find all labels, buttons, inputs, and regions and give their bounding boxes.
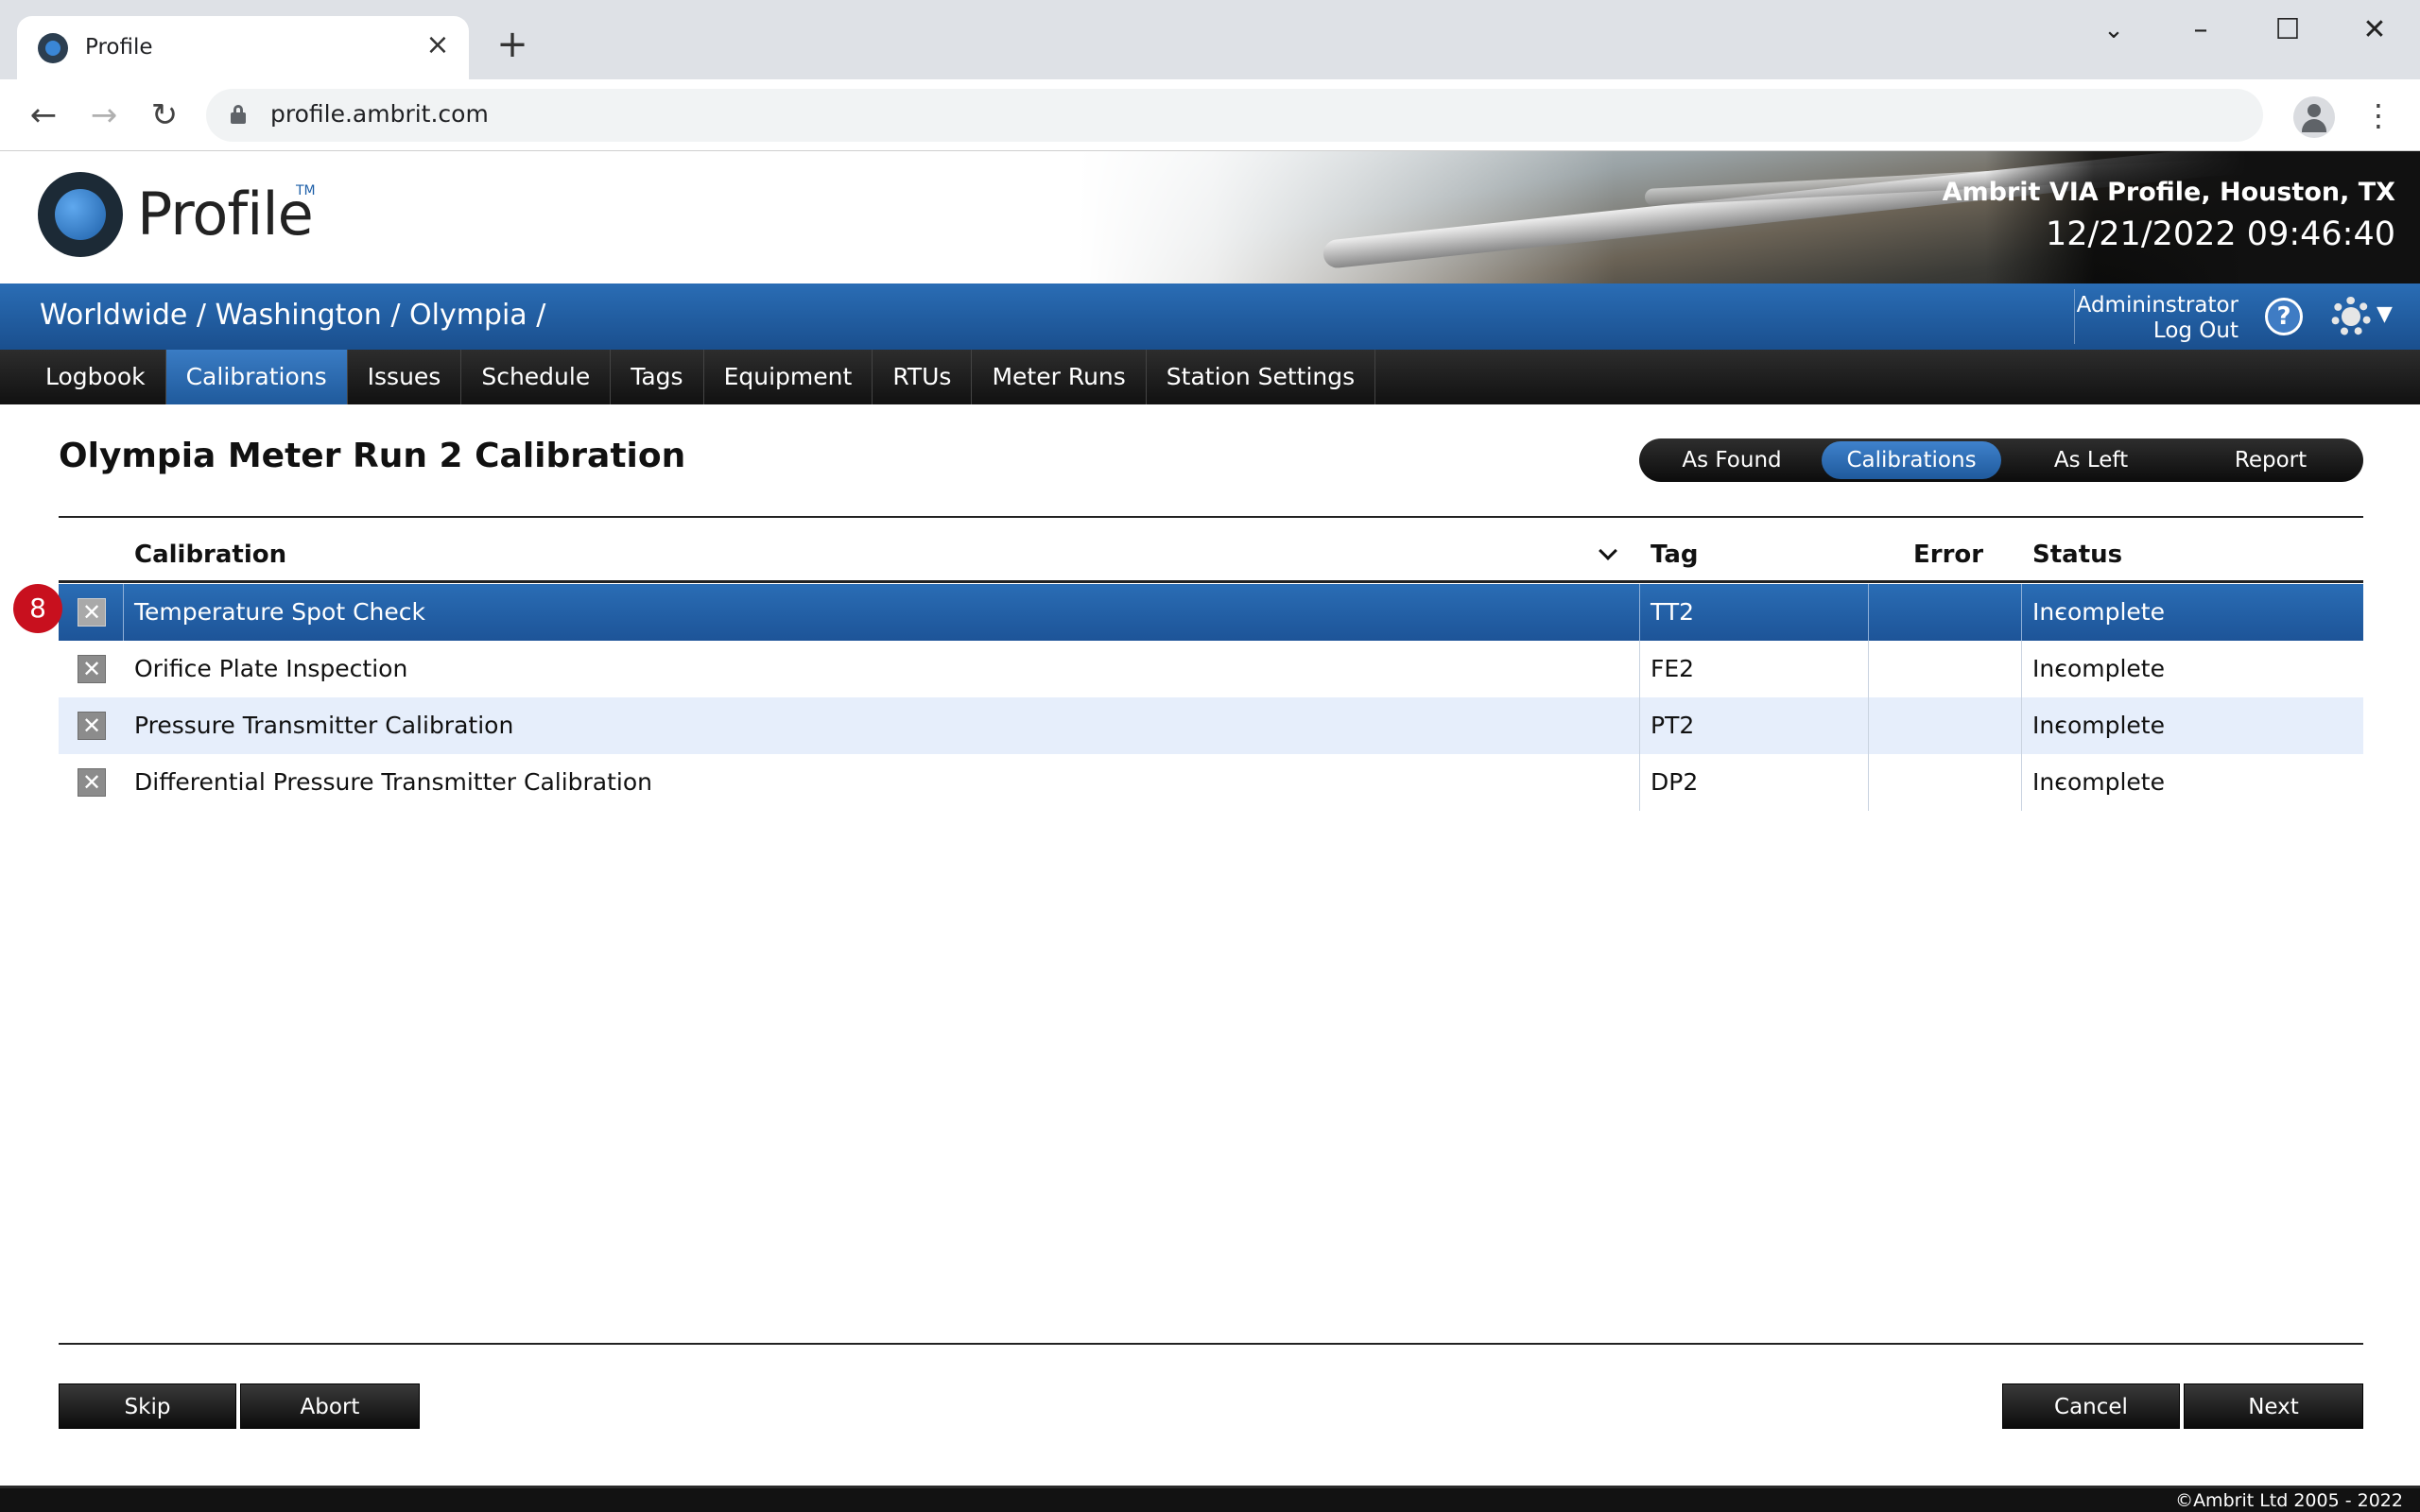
profile-logo-icon bbox=[38, 172, 123, 257]
user-profile-icon[interactable] bbox=[2293, 96, 2335, 138]
nav-station-settings[interactable]: Station Settings bbox=[1147, 350, 1376, 404]
column-header-calibration[interactable]: Calibration bbox=[134, 541, 286, 569]
address-bar[interactable]: profile.ambrit.com bbox=[206, 89, 2263, 142]
kebab-menu-icon[interactable]: ⋮ bbox=[2363, 94, 2394, 136]
datetime-display: 12/21/2022 09:46:40 bbox=[2045, 215, 2395, 253]
arrow-left-icon[interactable]: ← bbox=[23, 94, 64, 136]
caret-down-icon[interactable]: ▼ bbox=[2377, 302, 2393, 326]
nav-logbook[interactable]: Logbook bbox=[0, 350, 166, 404]
calibration-name: Orifice Plate Inspection bbox=[134, 655, 408, 682]
browser-toolbar: ← → ↻ profile.ambrit.com ⋮ bbox=[0, 79, 2420, 151]
tag-value: DP2 bbox=[1651, 768, 1699, 796]
status-value: Incomplete bbox=[2032, 655, 2165, 682]
tab-as-left[interactable]: As Left bbox=[2001, 441, 2181, 479]
divider bbox=[59, 516, 2363, 518]
table-row[interactable]: ✕ Differential Pressure Transmitter Cali… bbox=[59, 754, 2363, 811]
window-close-icon[interactable]: ✕ bbox=[2344, 9, 2405, 51]
help-icon[interactable]: ? bbox=[2265, 298, 2303, 335]
status-value: Incomplete bbox=[2032, 768, 2165, 796]
app-banner: Profile TM Ambrit VIA Profile, Houston, … bbox=[0, 151, 2420, 284]
tab-title: Profile bbox=[85, 35, 153, 60]
reload-icon[interactable]: ↻ bbox=[144, 94, 185, 136]
logo-text: Profile bbox=[137, 180, 314, 249]
remove-row-icon[interactable]: ✕ bbox=[78, 598, 106, 627]
tab-report[interactable]: Report bbox=[2181, 441, 2360, 479]
maximize-icon[interactable]: ☐ bbox=[2257, 9, 2318, 51]
skip-button[interactable]: Skip bbox=[59, 1383, 236, 1429]
table-row[interactable]: ✕ Orifice Plate Inspection FE2 - Incompl… bbox=[59, 641, 2363, 697]
table-row[interactable]: ✕ Pressure Transmitter Calibration PT2 -… bbox=[59, 697, 2363, 754]
status-value: Incomplete bbox=[2032, 712, 2165, 739]
sort-chevron-icon[interactable] bbox=[1599, 541, 1617, 560]
gear-icon[interactable] bbox=[2331, 297, 2371, 336]
nav-meter-runs[interactable]: Meter Runs bbox=[972, 350, 1147, 404]
lock-icon bbox=[231, 105, 246, 124]
chevron-down-icon[interactable]: ⌄ bbox=[2083, 9, 2144, 51]
calibration-name: Differential Pressure Transmitter Calibr… bbox=[134, 768, 653, 796]
tag-value: TT2 bbox=[1651, 598, 1695, 626]
nav-issues[interactable]: Issues bbox=[348, 350, 462, 404]
remove-row-icon[interactable]: ✕ bbox=[78, 712, 106, 740]
tab-calibrations[interactable]: Calibrations bbox=[1822, 441, 2001, 479]
breadcrumb-bar: Worldwide / Washington / Olympia / Admin… bbox=[0, 284, 2420, 350]
browser-tab[interactable]: Profile × bbox=[17, 16, 469, 79]
abort-button[interactable]: Abort bbox=[240, 1383, 420, 1429]
table-header: Calibration Tag Error Status bbox=[59, 535, 2363, 580]
browser-tabstrip: Profile × + ⌄ – ☐ ✕ bbox=[0, 0, 2420, 79]
nav-calibrations[interactable]: Calibrations bbox=[165, 350, 348, 404]
nav-equipment[interactable]: Equipment bbox=[704, 350, 873, 404]
cancel-button[interactable]: Cancel bbox=[2002, 1383, 2180, 1429]
column-header-tag[interactable]: Tag bbox=[1651, 541, 1699, 569]
url-text[interactable]: profile.ambrit.com bbox=[270, 100, 489, 128]
plus-icon[interactable]: + bbox=[493, 26, 531, 64]
tab-as-found[interactable]: As Found bbox=[1642, 441, 1822, 479]
minimize-icon[interactable]: – bbox=[2170, 9, 2231, 51]
tag-value: FE2 bbox=[1651, 655, 1695, 682]
bottom-divider bbox=[59, 1343, 2363, 1345]
column-header-error[interactable]: Error bbox=[1913, 541, 1983, 569]
copyright: ©Ambrit Ltd 2005 - 2022 bbox=[2175, 1490, 2403, 1511]
close-tab-icon[interactable]: × bbox=[422, 29, 454, 61]
logout-link[interactable]: Log Out bbox=[2153, 318, 2238, 343]
footer: ©Ambrit Ltd 2005 - 2022 bbox=[0, 1486, 2420, 1512]
breadcrumb[interactable]: Worldwide / Washington / Olympia / bbox=[40, 299, 545, 332]
step-tabs: As Found Calibrations As Left Report bbox=[1639, 438, 2363, 482]
profile-favicon-icon bbox=[38, 33, 68, 63]
page-title: Olympia Meter Run 2 Calibration bbox=[59, 437, 686, 475]
table-row[interactable]: ✕ Temperature Spot Check TT2 - Incomplet… bbox=[59, 584, 2363, 641]
table-header-rule bbox=[59, 580, 2363, 583]
next-button[interactable]: Next bbox=[2184, 1383, 2363, 1429]
arrow-right-icon[interactable]: → bbox=[83, 94, 125, 136]
step-number-badge: 8 bbox=[13, 584, 62, 633]
user-name: Admininstrator bbox=[2076, 293, 2238, 318]
main-nav: Logbook Calibrations Issues Schedule Tag… bbox=[0, 350, 2420, 404]
nav-rtus[interactable]: RTUs bbox=[873, 350, 973, 404]
logo-trademark: TM bbox=[296, 183, 316, 198]
tag-value: PT2 bbox=[1651, 712, 1695, 739]
remove-row-icon[interactable]: ✕ bbox=[78, 768, 106, 797]
nav-schedule[interactable]: Schedule bbox=[461, 350, 612, 404]
status-value: Incomplete bbox=[2032, 598, 2165, 626]
calibration-name: Temperature Spot Check bbox=[134, 598, 425, 626]
remove-row-icon[interactable]: ✕ bbox=[78, 655, 106, 683]
nav-tags[interactable]: Tags bbox=[611, 350, 704, 404]
site-name: Ambrit VIA Profile, Houston, TX bbox=[1942, 178, 2395, 207]
column-header-status[interactable]: Status bbox=[2032, 541, 2122, 569]
calibration-name: Pressure Transmitter Calibration bbox=[134, 712, 514, 739]
